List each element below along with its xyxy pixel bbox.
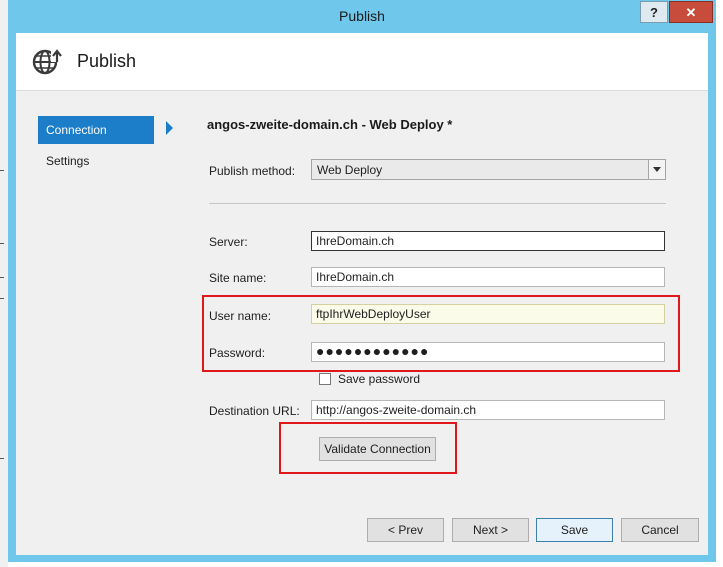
sidebar-item-label: Settings: [46, 154, 90, 168]
background-tick: [0, 170, 4, 171]
background-tick: [0, 243, 4, 244]
globe-publish-icon: [32, 49, 63, 75]
publish-method-select[interactable]: Web Deploy: [311, 159, 666, 180]
profile-title: angos-zweite-domain.ch - Web Deploy *: [207, 117, 453, 132]
background-tick: [0, 277, 4, 278]
save-button[interactable]: Save: [536, 518, 613, 542]
divider: [209, 203, 666, 204]
background-window-strip: [0, 0, 8, 567]
header-title: Publish: [77, 51, 137, 71]
next-button[interactable]: Next >: [452, 518, 529, 542]
destination-url-input[interactable]: http://angos-zweite-domain.ch: [311, 400, 665, 420]
site-name-input[interactable]: IhreDomain.ch: [311, 267, 665, 287]
publish-dialog: Publish ? ✕ Publish Connection Settings …: [8, 0, 716, 562]
server-label: Server:: [209, 235, 248, 249]
sidebar-item-settings[interactable]: Settings: [38, 147, 154, 175]
publish-method-value: Web Deploy: [317, 163, 383, 177]
dialog-header: Publish: [16, 33, 708, 91]
sidebar-item-connection[interactable]: Connection: [38, 116, 154, 144]
highlight-validate-box: [279, 422, 457, 474]
help-button[interactable]: ?: [640, 1, 668, 23]
close-button[interactable]: ✕: [669, 1, 713, 23]
server-input[interactable]: IhreDomain.ch: [311, 231, 665, 251]
cancel-button[interactable]: Cancel: [621, 518, 699, 542]
active-nav-arrow: [166, 121, 173, 135]
sidebar-item-label: Connection: [46, 123, 107, 137]
background-tick: [0, 458, 4, 459]
save-password-label[interactable]: Save password: [338, 372, 420, 386]
highlight-credentials-box: [202, 295, 680, 372]
publish-method-label: Publish method:: [209, 164, 296, 178]
dialog-content: Publish Connection Settings angos-zweite…: [16, 33, 708, 555]
destination-url-label: Destination URL:: [209, 404, 300, 418]
site-name-label: Site name:: [209, 271, 267, 285]
background-tick: [0, 298, 4, 299]
save-password-checkbox[interactable]: [319, 373, 331, 385]
window-title: Publish: [339, 8, 385, 24]
chevron-down-icon[interactable]: [648, 160, 665, 179]
title-bar[interactable]: Publish ? ✕: [8, 0, 716, 33]
prev-button[interactable]: < Prev: [367, 518, 444, 542]
